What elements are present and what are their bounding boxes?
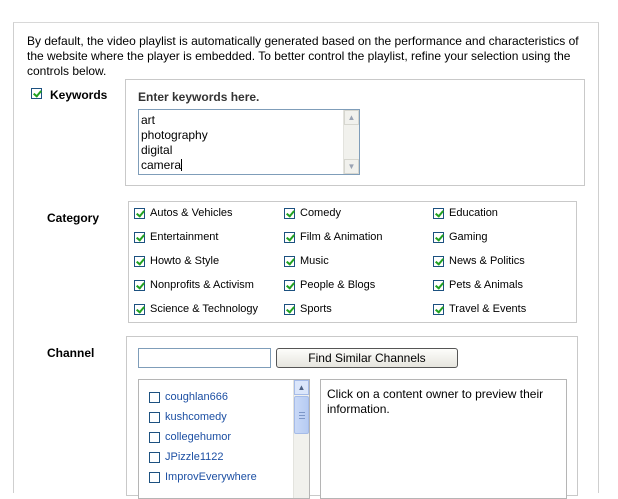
checkbox[interactable] <box>284 207 295 219</box>
text-caret <box>181 159 183 171</box>
channel-item[interactable]: JPizzle1122 <box>149 451 224 463</box>
checkbox[interactable] <box>433 279 444 291</box>
checkbox[interactable] <box>284 303 295 315</box>
keyword-line: digital <box>141 143 173 157</box>
category-film-animation[interactable]: Film & Animation <box>284 231 383 243</box>
channel-preview-panel: Click on a content owner to preview thei… <box>320 379 567 499</box>
checkbox[interactable] <box>433 207 444 219</box>
checkbox[interactable] <box>433 255 444 267</box>
category-entertainment[interactable]: Entertainment <box>134 231 218 243</box>
channel-label: Channel <box>47 346 95 360</box>
category-autos-vehicles[interactable]: Autos & Vehicles <box>134 207 233 219</box>
category-comedy[interactable]: Comedy <box>284 207 341 219</box>
chevron-up-icon[interactable]: ▲ <box>344 110 359 125</box>
channel-list-scrollbar[interactable]: ▲ <box>293 380 309 498</box>
checkbox[interactable] <box>433 231 444 243</box>
scrollbar-thumb[interactable] <box>294 396 309 434</box>
find-similar-channels-button[interactable]: Find Similar Channels <box>276 348 458 368</box>
category-travel-events[interactable]: Travel & Events <box>433 303 526 315</box>
checkbox[interactable] <box>149 431 160 443</box>
channel-item[interactable]: coughlan666 <box>149 391 228 403</box>
category-people-blogs[interactable]: People & Blogs <box>284 279 375 291</box>
channel-item[interactable]: kushcomedy <box>149 411 227 423</box>
category-nonprofits-activism[interactable]: Nonprofits & Activism <box>134 279 254 291</box>
category-gaming[interactable]: Gaming <box>433 231 488 243</box>
category-news-politics[interactable]: News & Politics <box>433 255 525 267</box>
checkbox[interactable] <box>149 411 160 423</box>
keywords-scrollbar[interactable]: ▲ ▼ <box>343 110 359 174</box>
checkbox[interactable] <box>149 451 160 463</box>
category-howto-style[interactable]: Howto & Style <box>134 255 219 267</box>
keyword-line: photography <box>141 128 208 142</box>
chevron-down-icon[interactable]: ▼ <box>344 159 359 174</box>
checkbox[interactable] <box>284 255 295 267</box>
checkbox[interactable] <box>433 303 444 315</box>
checkbox[interactable] <box>134 207 145 219</box>
category-science-technology[interactable]: Science & Technology <box>134 303 258 315</box>
channel-search-input[interactable] <box>138 348 271 368</box>
checkbox[interactable] <box>284 279 295 291</box>
checkbox[interactable] <box>134 303 145 315</box>
checkbox[interactable] <box>134 255 145 267</box>
checkbox[interactable] <box>284 231 295 243</box>
keyword-line: camera <box>141 158 182 172</box>
category-education[interactable]: Education <box>433 207 498 219</box>
checkbox[interactable] <box>134 279 145 291</box>
keyword-line: art <box>141 113 156 127</box>
checkbox[interactable] <box>149 391 160 403</box>
keywords-title: Enter keywords here. <box>138 90 260 104</box>
chevron-up-icon[interactable]: ▲ <box>294 380 309 395</box>
intro-text: By default, the video playlist is automa… <box>27 34 579 78</box>
category-label: Category <box>47 211 100 225</box>
category-sports[interactable]: Sports <box>284 303 332 315</box>
category-music[interactable]: Music <box>284 255 329 267</box>
category-pets-animals[interactable]: Pets & Animals <box>433 279 523 291</box>
channel-item[interactable]: collegehumor <box>149 431 231 443</box>
checkbox[interactable] <box>134 231 145 243</box>
keywords-checkbox[interactable] <box>31 88 42 99</box>
channel-list: coughlan666 kushcomedy collegehumor JPiz… <box>138 379 310 499</box>
keywords-label: Keywords <box>50 88 108 102</box>
channel-item[interactable]: ImprovEverywhere <box>149 471 257 483</box>
preview-text: Click on a content owner to preview thei… <box>327 387 544 416</box>
keywords-textarea[interactable]: art photography digital camera ▲ ▼ <box>138 109 360 175</box>
